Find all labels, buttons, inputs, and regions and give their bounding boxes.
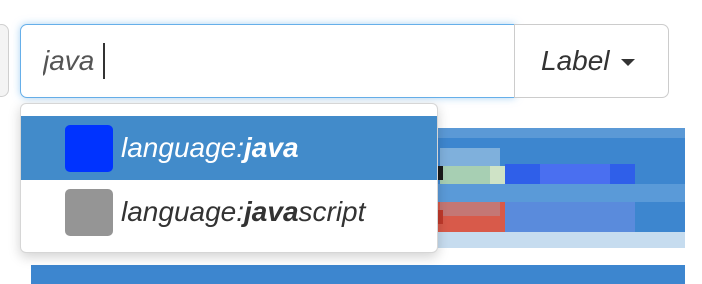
background-bar: [31, 265, 685, 284]
color-swatch-icon: [65, 188, 113, 236]
label-dropdown-text: Label: [541, 45, 610, 76]
label-dropdown-button[interactable]: Label: [514, 24, 669, 98]
search-input[interactable]: [20, 24, 515, 98]
color-swatch-icon: [65, 124, 113, 172]
background-content-blurred: [430, 128, 685, 248]
autocomplete-menu: language:java language:javascript: [20, 103, 438, 253]
caret-down-icon: [620, 58, 635, 66]
stage: Label language:java language:javascript: [0, 0, 702, 284]
text-cursor: [103, 43, 105, 79]
left-control-edge[interactable]: [0, 24, 9, 97]
suggestion-label: language:javascript: [121, 196, 366, 227]
suggestion-language-javascript[interactable]: language:javascript: [21, 180, 437, 244]
suggestion-label: language:java: [121, 132, 299, 163]
suggestion-language-java[interactable]: language:java: [21, 116, 437, 180]
